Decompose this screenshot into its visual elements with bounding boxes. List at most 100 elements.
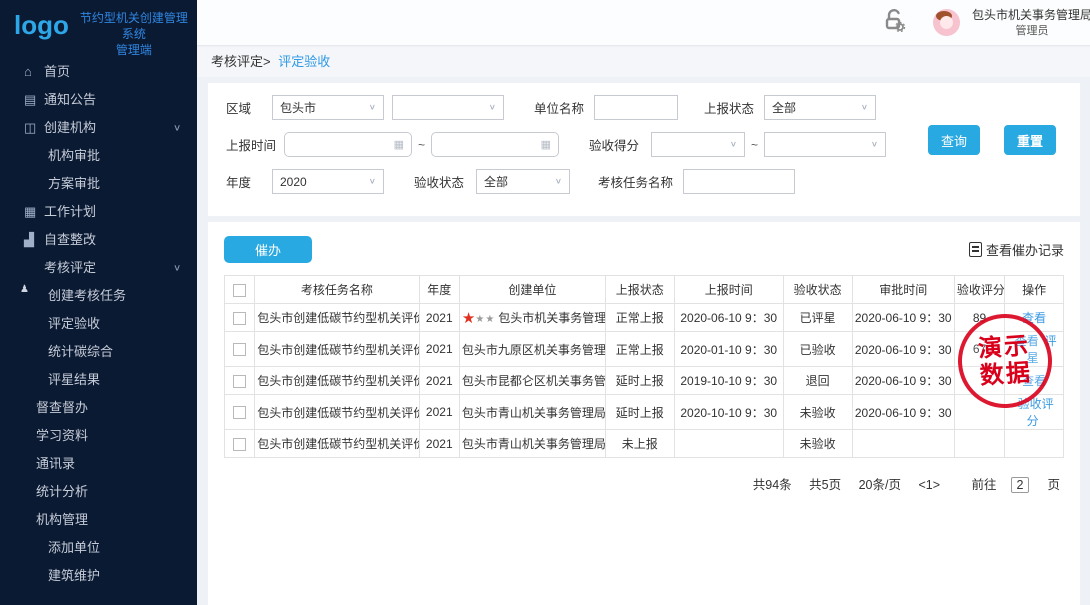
lock-gear-icon: [881, 7, 907, 33]
reset-button[interactable]: 重置: [1004, 125, 1056, 155]
select-all-checkbox[interactable]: [233, 284, 246, 297]
select-caret-icon: ∨: [489, 103, 496, 112]
report-time-cell: 2020-01-10 9：30: [674, 332, 783, 367]
sidebar-item-督查督办[interactable]: 督查督办: [0, 394, 197, 422]
task-name-label: 考核任务名称: [598, 172, 673, 191]
tilde: ~: [751, 138, 758, 152]
sidebar-item-label: 评定验收: [48, 316, 100, 331]
sidebar-item-label: 统计碳综合: [48, 344, 113, 359]
document-icon: [969, 242, 982, 257]
sidebar-item-label: 督查督办: [36, 400, 88, 415]
check-status-cell: 已评星: [783, 304, 852, 332]
sidebar-item-添加单位[interactable]: 添加单位: [0, 534, 197, 562]
sidebar-item-统计碳综合[interactable]: 统计碳综合: [0, 338, 197, 366]
stamp-line2: 数据: [979, 359, 1033, 390]
pager[interactable]: <1>: [918, 478, 940, 492]
column-header: 上报时间: [674, 276, 783, 304]
page: logo 节约型机关创建管理系统 管理端 ⌂首页▤通知公告◫创建机构∨机构审批方…: [0, 0, 1090, 605]
sidebar-item-创建机构[interactable]: ◫创建机构∨: [0, 114, 197, 142]
report-time-to-input[interactable]: ▦: [431, 132, 559, 157]
chevron-down-icon: ∨: [173, 117, 181, 139]
sidebar-item-建筑维护[interactable]: 建筑维护: [0, 562, 197, 590]
sidebar-item-自查整改[interactable]: ▟自查整改: [0, 226, 197, 254]
total-pages: 共5页: [809, 478, 841, 492]
check-status-select[interactable]: 全部∨: [476, 169, 570, 194]
account-settings-button[interactable]: [881, 7, 907, 38]
view-urge-records-label: 查看催办记录: [986, 240, 1064, 259]
plan-icon: ▦: [24, 198, 40, 226]
year-select-value: 2020: [280, 175, 307, 189]
row-checkbox[interactable]: [233, 375, 246, 388]
result-table: 考核任务名称年度创建单位上报状态上报时间验收状态审批时间验收评分操作 包头市创建…: [224, 275, 1064, 458]
check-status-cell: 退回: [783, 367, 852, 395]
tilde: ~: [418, 138, 425, 152]
sidebar-item-统计分析[interactable]: 统计分析: [0, 478, 197, 506]
select-caret-icon: ∨: [555, 177, 562, 186]
sidebar-item-评定验收[interactable]: 评定验收: [0, 310, 197, 338]
header-checkbox-cell: [225, 276, 255, 304]
report-time-cell: 2020-06-10 9：30: [674, 304, 783, 332]
search-button[interactable]: 查询: [928, 125, 980, 155]
table-row: 包头市创建低碳节约型机关评价指标2021★★★包头市机关事务管理局正常上报202…: [225, 304, 1064, 332]
row-checkbox[interactable]: [233, 438, 246, 451]
score-to-select[interactable]: ∨: [764, 132, 886, 157]
sidebar-item-机构审批[interactable]: 机构审批: [0, 142, 197, 170]
sidebar-item-通知公告[interactable]: ▤通知公告: [0, 86, 197, 114]
goto-prefix: 前往: [972, 478, 997, 492]
sidebar-item-label: 方案审批: [48, 176, 100, 191]
breadcrumb-separator: >: [263, 54, 271, 69]
row-checkbox-cell: [225, 430, 255, 458]
row-checkbox[interactable]: [233, 343, 246, 356]
row-checkbox[interactable]: [233, 406, 246, 419]
row-checkbox-cell: [225, 395, 255, 430]
sidebar-item-label: 首页: [44, 64, 70, 79]
year-select[interactable]: 2020∨: [272, 169, 384, 194]
home-icon: ⌂: [24, 58, 40, 86]
region-label: 区域: [226, 98, 272, 117]
table-row: 包头市创建低碳节约型机关评价指标2021包头市九原区机关事务管理局正常上报202…: [225, 332, 1064, 367]
sidebar-item-评星结果[interactable]: 评星结果: [0, 366, 197, 394]
unit-name-input[interactable]: [594, 95, 678, 120]
urge-button[interactable]: 催办: [224, 236, 312, 263]
sidebar-item-首页[interactable]: ⌂ 首页: [0, 58, 197, 86]
sidebar-item-label: 评星结果: [48, 372, 100, 387]
sidebar: logo 节约型机关创建管理系统 管理端 ⌂首页▤通知公告◫创建机构∨机构审批方…: [0, 0, 197, 605]
bell-icon: ♟: [20, 276, 32, 304]
task-name-cell: 包头市创建低碳节约型机关评价指标: [255, 332, 419, 367]
district-select[interactable]: ∨: [392, 95, 504, 120]
sidebar-item-label: 添加单位: [48, 540, 100, 555]
breadcrumb: 考核评定> 评定验收: [197, 47, 1090, 77]
org-icon: ◫: [24, 114, 40, 142]
sidebar-item-工作计划[interactable]: ▦ 工作计划: [0, 198, 197, 226]
view-urge-records-link[interactable]: 查看催办记录: [969, 240, 1064, 259]
sidebar-item-通讯录[interactable]: 通讯录: [0, 450, 197, 478]
sidebar-item-方案审批[interactable]: 方案审批: [0, 170, 197, 198]
sidebar-item-label: 工作计划: [44, 204, 96, 219]
unit-cell: 包头市青山机关事务管理局: [459, 430, 605, 458]
sidebar-item-机构管理[interactable]: 机构管理: [0, 506, 197, 534]
filter-row-1: 区域 包头市∨ ∨ 单位名称 上报状态 全部∨: [226, 95, 1080, 120]
check-status-label: 验收状态: [414, 172, 464, 191]
system-title: 节约型机关创建管理系统 管理端: [77, 10, 191, 58]
year-cell: 2021: [419, 332, 459, 367]
sidebar-item-label: 学习资料: [36, 428, 88, 443]
score-from-select[interactable]: ∨: [651, 132, 745, 157]
year-cell: 2021: [419, 395, 459, 430]
region-select[interactable]: 包头市∨: [272, 95, 384, 120]
report-time-cell: 2019-10-10 9：30: [674, 367, 783, 395]
row-checkbox-cell: [225, 367, 255, 395]
report-status-select[interactable]: 全部∨: [764, 95, 876, 120]
report-status-cell: 正常上报: [605, 304, 674, 332]
sidebar-item-学习资料[interactable]: 学习资料: [0, 422, 197, 450]
task-name-input[interactable]: [683, 169, 795, 194]
sidebar-item-创建考核任务[interactable]: ♟创建考核任务: [0, 282, 197, 310]
breadcrumb-parent[interactable]: 考核评定: [211, 54, 263, 69]
column-header: 考核任务名称: [255, 276, 419, 304]
task-name-cell: 包头市创建低碳节约型机关评价指标: [255, 304, 419, 332]
page-size: 20条/页: [859, 478, 901, 492]
user-info[interactable]: 包头市机关事务管理局 管理员: [933, 7, 1090, 39]
row-checkbox[interactable]: [233, 312, 246, 325]
report-time-cell: 2020-10-10 9：30: [674, 395, 783, 430]
report-time-from-input[interactable]: ▦: [284, 132, 412, 157]
goto-page-input[interactable]: 2: [1011, 477, 1030, 493]
